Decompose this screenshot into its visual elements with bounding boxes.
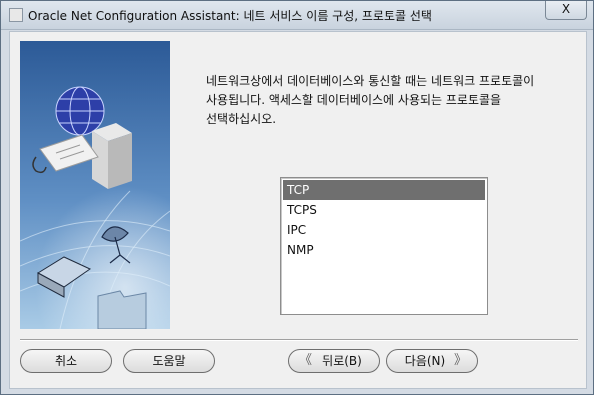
dialog-window: Oracle Net Configuration Assistant: 네트 서… [0, 0, 594, 395]
protocol-item-tcps[interactable]: TCPS [283, 200, 485, 220]
illustration-graphic [20, 41, 170, 329]
title-bar[interactable]: Oracle Net Configuration Assistant: 네트 서… [1, 1, 593, 30]
server-icon [92, 123, 132, 189]
protocol-listbox[interactable]: TCP TCPS IPC NMP [280, 177, 488, 315]
globe-icon [55, 86, 105, 136]
back-button-label: 뒤로(B) [322, 354, 362, 368]
next-button-label: 다음(N) [404, 354, 446, 368]
dialog-content: 네트워크상에서 데이터베이스와 통신할 때는 네트워크 프로토콜이 사용됩니다.… [9, 31, 587, 389]
network-illustration [20, 41, 170, 329]
protocol-item-nmp[interactable]: NMP [283, 240, 485, 260]
instruction-line-2: 사용됩니다. 액세스할 데이터베이스에 사용되는 프로토콜을 [206, 93, 502, 107]
back-button[interactable]: 《 뒤로(B) [288, 349, 380, 373]
help-button[interactable]: 도움말 [123, 349, 215, 373]
folder-icon [97, 290, 147, 329]
chevron-right-icon: 》 [453, 353, 467, 368]
instruction-line-1: 네트워크상에서 데이터베이스와 통신할 때는 네트워크 프로토콜이 [206, 74, 535, 88]
instruction-line-3: 선택하십시오. [206, 112, 277, 126]
instruction-text: 네트워크상에서 데이터베이스와 통신할 때는 네트워크 프로토콜이 사용됩니다.… [206, 72, 576, 129]
button-separator [20, 339, 578, 341]
close-button[interactable]: X [545, 1, 587, 20]
protocol-item-tcp[interactable]: TCP [283, 180, 485, 200]
protocol-item-ipc[interactable]: IPC [283, 220, 485, 240]
chevron-left-icon: 《 [299, 353, 313, 368]
cancel-button[interactable]: 취소 [20, 349, 112, 373]
next-button[interactable]: 다음(N) 》 [386, 349, 478, 373]
app-icon [9, 8, 23, 22]
window-title: Oracle Net Configuration Assistant: 네트 서… [28, 9, 432, 23]
